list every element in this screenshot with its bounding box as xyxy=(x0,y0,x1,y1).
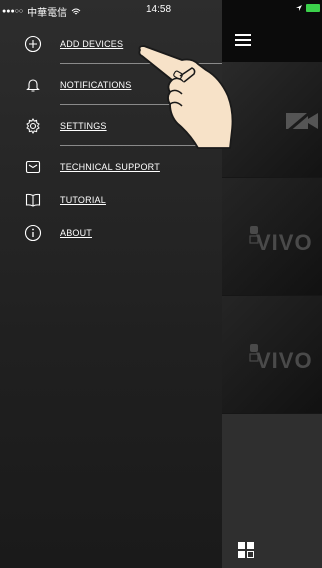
status-left: ●●●○○ 中華電信 xyxy=(2,4,81,19)
book-icon xyxy=(25,193,41,207)
menu-label-settings: SETTINGS xyxy=(60,121,107,131)
menu-label-tutorial: TUTORIAL xyxy=(60,195,106,205)
hamburger-line xyxy=(235,34,251,36)
pointing-hand-icon xyxy=(138,45,234,149)
menu-label-about: ABOUT xyxy=(60,228,93,238)
menu-item-tutorial[interactable]: TUTORIAL xyxy=(0,183,222,217)
signal-dots: ●●●○○ xyxy=(2,8,24,15)
empty-tile xyxy=(222,414,322,568)
camera-off-icon xyxy=(286,107,318,133)
mail-icon xyxy=(25,160,41,174)
info-icon xyxy=(24,224,42,242)
brand-logo-text: VIVO xyxy=(256,230,313,255)
status-time: 14:58 xyxy=(146,4,172,15)
bell-icon xyxy=(26,79,40,92)
battery-icon xyxy=(306,4,320,12)
location-icon xyxy=(296,5,302,11)
status-bar: ●●●○○ 中華電信 14:58 xyxy=(0,0,322,20)
wifi-icon xyxy=(71,8,81,14)
grid-view-icon[interactable] xyxy=(238,542,254,558)
menu-label-technical-support: TECHNICAL SUPPORT xyxy=(60,162,160,172)
brand-logo-text: VIVO xyxy=(256,348,313,373)
gear-icon xyxy=(26,118,40,134)
menu-item-about[interactable]: ABOUT xyxy=(0,216,222,250)
menu-label-add-devices: ADD DEVICES xyxy=(60,39,124,49)
camera-tile[interactable]: VIVO xyxy=(222,296,322,414)
menu-item-technical-support[interactable]: TECHNICAL SUPPORT xyxy=(0,150,222,184)
status-right xyxy=(295,4,320,12)
camera-tile[interactable]: VIVO xyxy=(222,178,322,296)
menu-label-notifications: NOTIFICATIONS xyxy=(60,80,132,90)
plus-circle-icon xyxy=(24,35,42,53)
carrier-name: 中華電信 xyxy=(27,8,68,19)
